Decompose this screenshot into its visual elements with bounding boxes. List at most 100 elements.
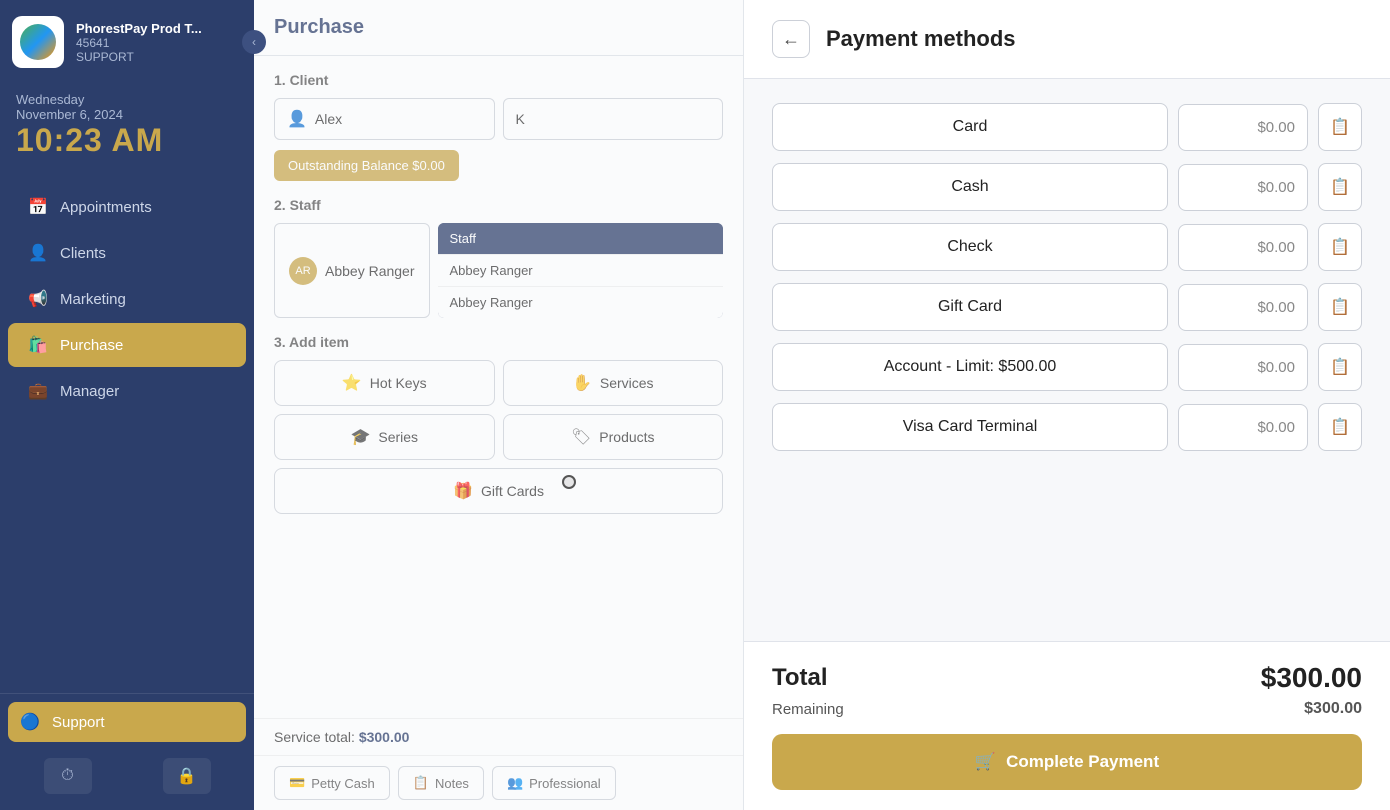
purchase-footer: 💳 Petty Cash 📋 Notes 👥 Professional (254, 755, 743, 810)
sidebar-item-appointments[interactable]: 📅 Appointments (8, 185, 246, 229)
series-btn[interactable]: 🎓 Series (274, 414, 495, 460)
check-copy-btn[interactable]: 📋 (1318, 223, 1362, 271)
account-copy-btn[interactable]: 📋 (1318, 343, 1362, 391)
staff-row: AR Abbey Ranger Staff Abbey Ranger Abbey… (274, 223, 723, 318)
add-item-label: 3. Add item (274, 334, 723, 350)
copy-icon: 📋 (1330, 117, 1350, 137)
payment-method-row-cash: Cash $0.00 📋 (772, 163, 1362, 211)
sidebar-item-manager[interactable]: 💼 Manager (8, 369, 246, 413)
visa-terminal-amount: $0.00 (1178, 404, 1308, 451)
person-icon: 👤 (287, 109, 307, 129)
total-amount: $300.00 (1261, 662, 1362, 694)
staff-section-label: 2. Staff (274, 197, 723, 213)
notes-label: Notes (435, 776, 469, 791)
client-last-input[interactable]: K (503, 98, 724, 140)
staff-table-row: Abbey Ranger (438, 254, 723, 286)
copy-icon: 📋 (1330, 177, 1350, 197)
service-total-label: Service total: (274, 729, 355, 745)
current-day: Wednesday (16, 92, 238, 107)
client-section-label: 1. Client (274, 72, 723, 88)
back-button[interactable]: ← (772, 20, 810, 58)
card-copy-btn[interactable]: 📋 (1318, 103, 1362, 151)
notes-tab[interactable]: 📋 Notes (398, 766, 484, 800)
cash-amount: $0.00 (1178, 164, 1308, 211)
complete-payment-btn[interactable]: 🛒 Complete Payment (772, 734, 1362, 790)
services-icon: ✋ (572, 373, 592, 393)
visa-terminal-copy-btn[interactable]: 📋 (1318, 403, 1362, 451)
support-item[interactable]: 🔵 Support (8, 702, 246, 742)
giftcard-payment-btn[interactable]: Gift Card (772, 283, 1168, 331)
staff-column-label: Staff (450, 231, 477, 246)
sidebar-bottom: 🔵 Support ⏱ 🔒 (0, 693, 254, 810)
total-row: Total $300.00 (772, 662, 1362, 694)
payment-methods-list: Card $0.00 📋 Cash $0.00 📋 Check $0.00 📋 (744, 79, 1390, 641)
account-amount: $0.00 (1178, 344, 1308, 391)
clients-icon: 👤 (28, 243, 48, 263)
timer-btn[interactable]: ⏱ (44, 758, 92, 794)
sidebar-item-purchase[interactable]: 🛍️ Purchase (8, 323, 246, 367)
add-item-section: 3. Add item ⭐ Hot Keys ✋ Services 🎓 Seri… (274, 334, 723, 514)
professional-tab[interactable]: 👥 Professional (492, 766, 616, 800)
cash-payment-btn[interactable]: Cash (772, 163, 1168, 211)
petty-cash-icon: 💳 (289, 775, 305, 791)
staff-name: Abbey Ranger (325, 263, 415, 279)
staff-avatar: AR (289, 257, 317, 285)
payment-method-row-giftcard: Gift Card $0.00 📋 (772, 283, 1362, 331)
copy-icon: 📋 (1330, 417, 1350, 437)
balance-button[interactable]: Outstanding Balance $0.00 (274, 150, 459, 181)
check-amount: $0.00 (1178, 224, 1308, 271)
complete-payment-icon: 🛒 (975, 752, 996, 772)
account-payment-btn[interactable]: Account - Limit: $500.00 (772, 343, 1168, 391)
app-id: 45641 (76, 36, 202, 50)
cash-copy-btn[interactable]: 📋 (1318, 163, 1362, 211)
client-last-name: K (516, 111, 525, 127)
current-date: November 6, 2024 (16, 107, 238, 122)
staff-select-btn[interactable]: AR Abbey Ranger (274, 223, 430, 318)
hot-keys-btn[interactable]: ⭐ Hot Keys (274, 360, 495, 406)
petty-cash-tab[interactable]: 💳 Petty Cash (274, 766, 390, 800)
petty-cash-label: Petty Cash (311, 776, 375, 791)
payment-footer: Total $300.00 Remaining $300.00 🛒 Comple… (744, 641, 1390, 810)
notes-icon: 📋 (413, 775, 429, 791)
purchase-icon: 🛍️ (28, 335, 48, 355)
total-label: Total (772, 664, 828, 692)
visa-terminal-payment-btn[interactable]: Visa Card Terminal (772, 403, 1168, 451)
payment-method-row-account: Account - Limit: $500.00 $0.00 📋 (772, 343, 1362, 391)
payment-title: Payment methods (826, 26, 1016, 52)
products-btn[interactable]: 🏷 Products (503, 414, 724, 460)
client-first-name: Alex (315, 111, 342, 127)
series-icon: 🎓 (350, 427, 370, 447)
lock-btn[interactable]: 🔒 (163, 758, 211, 794)
check-payment-btn[interactable]: Check (772, 223, 1168, 271)
hot-keys-icon: ⭐ (342, 373, 362, 393)
sidebar-item-label: Appointments (60, 199, 152, 216)
staff-table: Staff Abbey Ranger Abbey Ranger (438, 223, 723, 318)
services-btn[interactable]: ✋ Services (503, 360, 724, 406)
staff-section: 2. Staff AR Abbey Ranger Staff Abbey Ran… (274, 197, 723, 318)
payment-method-row-card: Card $0.00 📋 (772, 103, 1362, 151)
products-icon: 🏷 (571, 427, 591, 447)
support-label: Support (52, 714, 105, 731)
manager-icon: 💼 (28, 381, 48, 401)
sidebar-item-clients[interactable]: 👤 Clients (8, 231, 246, 275)
series-label: Series (378, 429, 418, 445)
main-area: Purchase 1. Client 👤 Alex K Outstanding … (254, 0, 1390, 810)
card-payment-btn[interactable]: Card (772, 103, 1168, 151)
service-total-amount: $300.00 (359, 729, 410, 745)
support-icon: 🔵 (20, 712, 40, 732)
gift-cards-btn[interactable]: 🎁 Gift Cards (274, 468, 723, 514)
copy-icon: 📋 (1330, 237, 1350, 257)
giftcard-copy-btn[interactable]: 📋 (1318, 283, 1362, 331)
time-block: Wednesday November 6, 2024 10:23 AM (0, 84, 254, 175)
remaining-row: Remaining $300.00 (772, 700, 1362, 718)
sidebar-item-marketing[interactable]: 📢 Marketing (8, 277, 246, 321)
sidebar-collapse-btn[interactable]: ‹ (242, 30, 266, 54)
professional-icon: 👥 (507, 775, 523, 791)
complete-payment-label: Complete Payment (1006, 752, 1159, 772)
client-first-input[interactable]: 👤 Alex (274, 98, 495, 140)
hot-keys-label: Hot Keys (370, 375, 427, 391)
copy-icon: 📋 (1330, 357, 1350, 377)
marketing-icon: 📢 (28, 289, 48, 309)
products-label: Products (599, 429, 654, 445)
sidebar: PhorestPay Prod T... 45641 SUPPORT ‹ Wed… (0, 0, 254, 810)
